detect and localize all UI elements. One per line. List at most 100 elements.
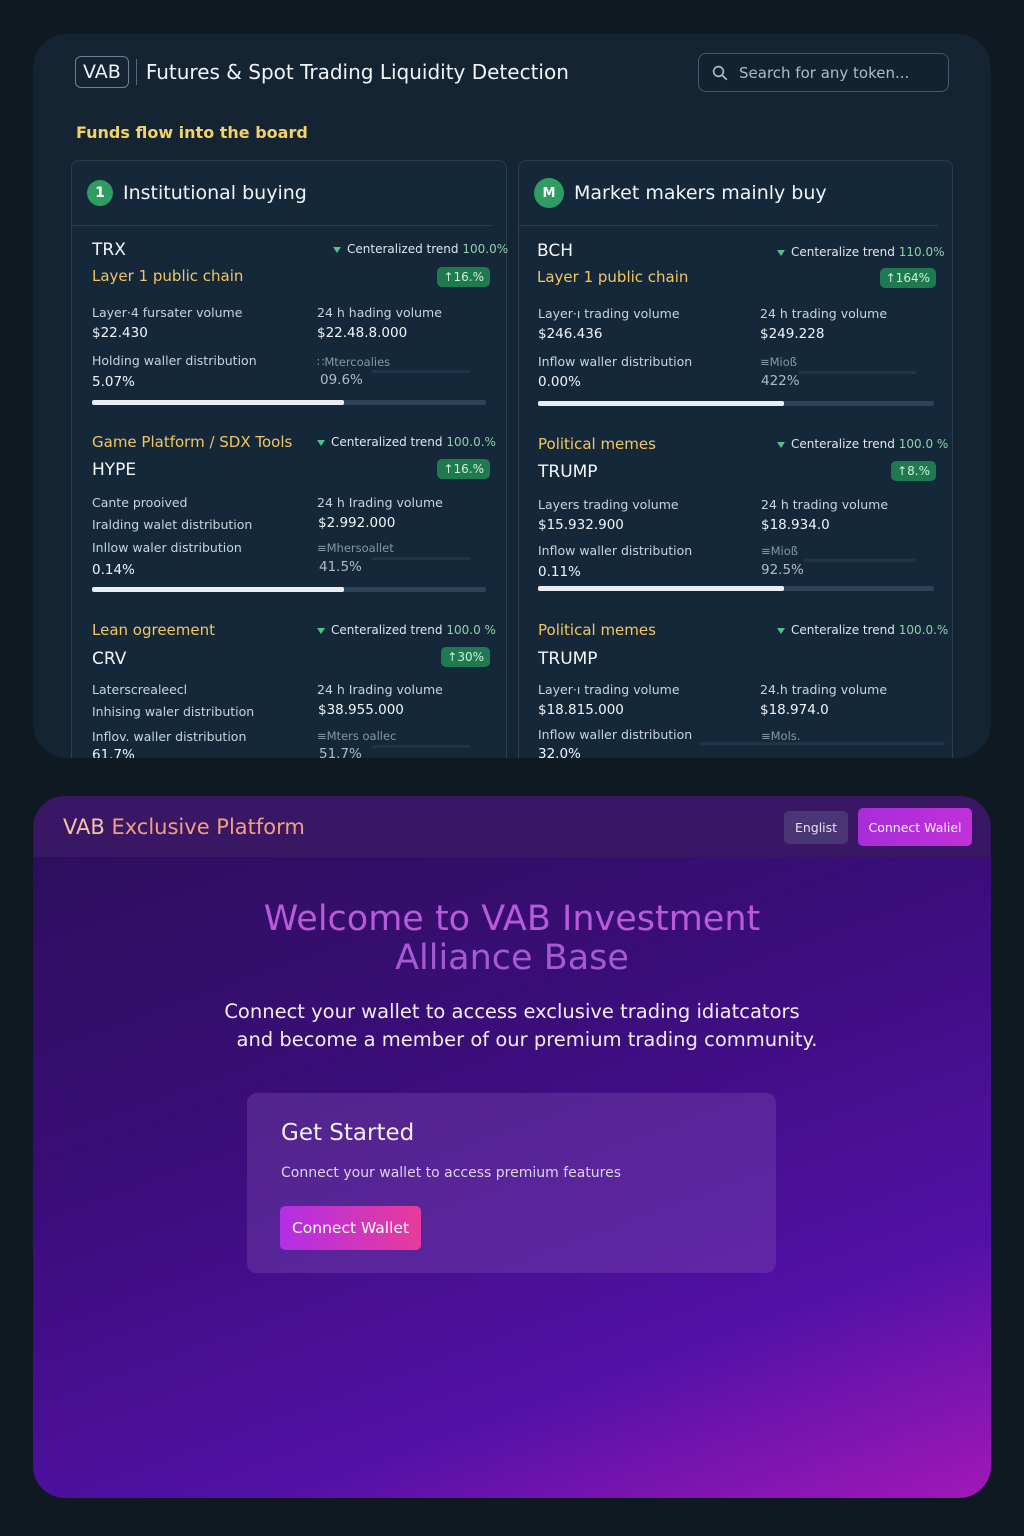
trend-down-icon xyxy=(317,439,325,446)
metric-label: Inflow waller distribution xyxy=(538,543,693,558)
mini-track xyxy=(699,742,945,745)
column-title: Institutional buying xyxy=(123,182,307,204)
token-name: TRX xyxy=(92,240,126,260)
metric-label: 24.h trading volume xyxy=(760,682,888,697)
progress-fill xyxy=(538,586,784,591)
metric-value: 0.14% xyxy=(92,562,135,578)
trend-down-icon xyxy=(317,627,325,634)
metric-label: ≡Mhersoallet xyxy=(317,541,394,555)
metric-value: $22.430 xyxy=(92,325,148,341)
metric-value: 0.11% xyxy=(538,564,581,580)
metric-label: ≡Mioß xyxy=(761,544,799,558)
column-title: Market makers mainly buy xyxy=(574,182,827,204)
metric-value: 5.07% xyxy=(92,374,135,390)
metric-value: $18.934.0 xyxy=(761,517,830,533)
trend-down-icon xyxy=(777,627,785,634)
app-header: VAB Futures & Spot Trading Liquidity Det… xyxy=(75,56,569,88)
progress-fill xyxy=(92,400,345,405)
metric-label: Layer·ı trading volume xyxy=(538,682,680,697)
trend-down-icon xyxy=(333,246,341,253)
metric-value: 32.0% xyxy=(538,746,581,758)
metric-label: Layer·4 fursater volume xyxy=(92,305,243,320)
metric-label: 24 h Irading volume xyxy=(317,495,443,510)
change-badge: ↑16.% xyxy=(437,267,490,287)
metric-label: Inflow waller distribution xyxy=(538,727,693,742)
progress-bar xyxy=(92,587,486,592)
trend-indicator: Centeralize trend 100.0 % xyxy=(777,437,948,451)
header-divider xyxy=(135,59,137,85)
hero-title: Welcome to VAB Investment Alliance Base xyxy=(263,899,761,978)
trend-indicator: Centeralized trend 100.0.% xyxy=(317,435,496,449)
metric-label: ≡Mioß xyxy=(760,355,798,369)
token-name: CRV xyxy=(92,649,127,669)
mini-track xyxy=(372,557,470,560)
exclusive-platform-panel: VAB Exclusive Platform Englist Connect W… xyxy=(33,796,991,1498)
mini-track xyxy=(372,370,470,373)
metric-value: $249.228 xyxy=(760,326,825,342)
metric-value: $15.932.900 xyxy=(538,517,624,533)
metric-value: 61.7% xyxy=(92,747,135,758)
liquidity-panel: VAB Futures & Spot Trading Liquidity Det… xyxy=(33,34,991,758)
card-title: Get Started xyxy=(281,1120,415,1146)
metric-label: 24 h Irading volume xyxy=(317,682,443,697)
metric-label: Layers trading volume xyxy=(538,497,679,512)
mini-track xyxy=(804,559,916,562)
platform-header: VAB Exclusive Platform Englist Connect W… xyxy=(33,796,991,857)
trend-indicator: Centeralized trend 100.0 % xyxy=(317,623,496,637)
progress-bar xyxy=(538,586,934,591)
metric-label: ≡Mters oallec xyxy=(317,729,397,743)
metric-value: 41.5% xyxy=(319,559,362,575)
language-button[interactable]: Englist xyxy=(784,811,848,844)
metric-label: Holding waller distribution xyxy=(92,353,257,368)
get-started-card: Get Started Connect your wallet to acces… xyxy=(247,1093,776,1273)
metric-label: Cante prooived xyxy=(92,495,188,510)
column-header: M Market makers mainly buy xyxy=(519,161,938,226)
progress-fill xyxy=(538,401,784,406)
metric-value: 422% xyxy=(761,373,800,389)
trend-down-icon xyxy=(777,249,785,256)
metric-label: Inhising waler distribution xyxy=(92,704,255,719)
change-badge: ↑164% xyxy=(879,268,936,288)
metric-label: Iralding walet distribution xyxy=(92,517,253,532)
search-input[interactable] xyxy=(739,63,939,82)
metric-label: Inllow waler distribution xyxy=(92,540,242,555)
token-category: Layer 1 public chain xyxy=(92,267,244,285)
change-badge: ↑30% xyxy=(441,647,490,667)
search-icon xyxy=(712,65,728,80)
mini-track xyxy=(799,371,916,374)
token-category: Layer 1 public chain xyxy=(537,268,689,286)
metric-value: $22.48.8.000 xyxy=(317,325,408,341)
metric-label: Laterscrealeecl xyxy=(92,682,188,697)
metric-value: 51.7% xyxy=(319,746,362,758)
section-title: Funds flow into the board xyxy=(76,123,308,142)
market-makers-column: M Market makers mainly buy BCH Centerali… xyxy=(518,160,953,758)
rank-badge: M xyxy=(534,178,564,208)
metric-label: 24 h trading volume xyxy=(760,306,888,321)
metric-label: ≡Mols. xyxy=(761,729,801,743)
rank-badge: 1 xyxy=(87,180,113,206)
progress-fill xyxy=(92,587,345,592)
token-name: BCH xyxy=(537,241,574,261)
metric-label: 24 h hading volume xyxy=(317,305,442,320)
metric-value: $38.955.000 xyxy=(318,702,404,718)
progress-bar xyxy=(92,400,486,405)
trend-indicator: Centeralize trend 100.0.% xyxy=(777,623,948,637)
trend-indicator: Centeralize trend 110.0% xyxy=(777,245,944,259)
trend-indicator: Centeralized trend 100.0% xyxy=(333,242,508,256)
card-subtitle: Connect your wallet to access premium fe… xyxy=(281,1165,622,1181)
metric-value: $246.436 xyxy=(538,326,603,342)
metric-label: ∷Mtercoalies xyxy=(317,355,391,369)
column-header: 1 Institutional buying xyxy=(72,161,492,226)
metric-label: Layer·ı trading volume xyxy=(538,306,680,321)
metric-value: $2.992.000 xyxy=(318,515,396,531)
token-category: Game Platform / SDX Tools xyxy=(92,433,293,451)
token-category: Lean ogreement xyxy=(92,621,216,639)
metric-value: 0.00% xyxy=(538,374,581,390)
app-logo[interactable]: VAB xyxy=(75,56,129,88)
search-box[interactable] xyxy=(698,53,949,92)
connect-wallet-button[interactable]: Connect Wallet xyxy=(280,1206,421,1250)
token-name: HYPE xyxy=(92,460,137,480)
token-category: Political memes xyxy=(538,435,656,453)
connect-wallet-header-button[interactable]: Connect Waliel xyxy=(858,808,972,846)
platform-brand[interactable]: VAB Exclusive Platform xyxy=(63,815,305,839)
